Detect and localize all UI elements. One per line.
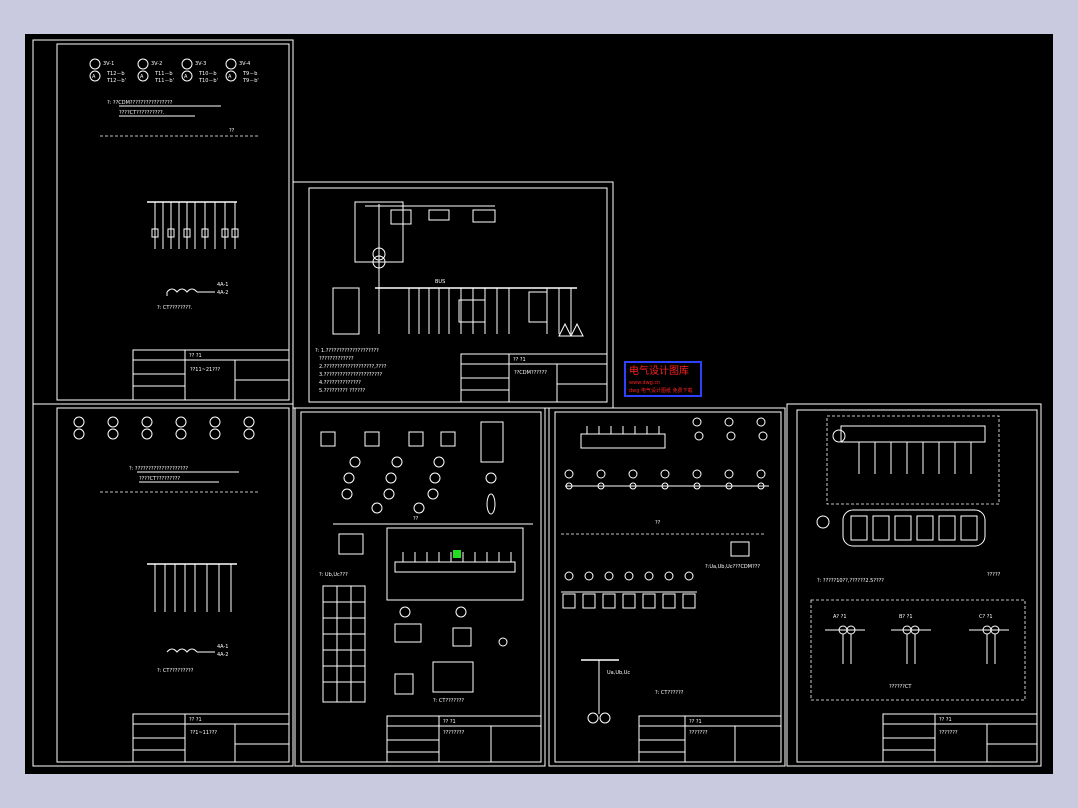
green-marker [453, 550, 461, 558]
svg-text:??1~11???: ??1~11??? [190, 730, 217, 736]
sheet-1: 3V-1 A T12－bT12－b' 3V-2 A T11－bT11－b' 3V-3 A T… [32, 39, 294, 405]
svg-text:?? ?1: ?? ?1 [689, 719, 702, 725]
sheet5-note-1: ?: ?????10??,??????2.5???? [817, 578, 884, 584]
svg-text:?? ?1: ?? ?1 [189, 353, 202, 359]
svg-text:2.???????????????????,????: 2.???????????????????,???? [319, 364, 387, 370]
sheet3-title-block: ?? ?1 ???????? [386, 715, 542, 763]
sheet1-title-block: ?? ?1 ??11~21??? [132, 349, 290, 401]
svg-text:3.??????????????????????: 3.?????????????????????? [319, 372, 383, 378]
svg-text:4A-1: 4A-1 [217, 644, 228, 650]
svg-text:?: CT??????: ?: CT?????? [655, 690, 684, 696]
watermark-stamp: 电气设计图库 www.dwg.cn dwg 电气设计图纸 免费下载 [624, 361, 702, 397]
svg-text:4.??????????????: 4.?????????????? [319, 380, 361, 386]
meter-row-2 [73, 416, 255, 440]
sheet2-note-1: ?: ???????????????????? [129, 466, 188, 472]
svg-text:??11~21???: ??11~21??? [190, 367, 221, 373]
svg-text:4A-2: 4A-2 [217, 652, 228, 658]
svg-text:A? ?1: A? ?1 [833, 614, 847, 620]
svg-text:BUS: BUS [435, 279, 445, 285]
svg-text:A: A [184, 74, 188, 80]
svg-text:???????: ??????? [689, 730, 708, 736]
sheet1-note-1: ?: ??CDM???????????????? [107, 100, 173, 106]
svg-text:T10－b': T10－b' [198, 78, 218, 84]
sheet-3: ?? ?: Ub,Uc??? ?: CT??????? ?? ?1 ??????… [294, 407, 546, 767]
svg-text:4A-2: 4A-2 [217, 290, 228, 296]
svg-text:5.????????? ??????: 5.????????? ?????? [319, 388, 366, 394]
sheet5-note-2: ????? [987, 572, 1001, 578]
main-title-block: ?? ?1 ??CDM?????? [460, 353, 608, 403]
svg-text:3V-4: 3V-4 [239, 61, 250, 67]
svg-text:T10－b: T10－b [198, 71, 217, 77]
svg-text:Ua,Ub,Uc: Ua,Ub,Uc [607, 670, 630, 676]
terminal-table [322, 585, 366, 703]
sheet5-note-3: ??????CT [889, 684, 912, 690]
svg-text:?? ?1: ?? ?1 [443, 719, 456, 725]
sheet1-note-2: ????CT??????????. [119, 110, 165, 116]
svg-text:A: A [228, 74, 232, 80]
svg-text:3V-3: 3V-3 [195, 61, 206, 67]
svg-text:T11－b': T11－b' [154, 78, 174, 84]
svg-text:?????????????: ????????????? [319, 356, 354, 362]
sheet1-ct-note: ?: CT????????. [157, 305, 193, 311]
svg-text:A: A [92, 74, 96, 80]
svg-text:?? ?1: ?? ?1 [513, 357, 526, 363]
svg-text:????????: ???????? [443, 730, 465, 736]
sheet2-ct-note: ?: CT????????? [157, 668, 194, 674]
svg-text:B? ?1: B? ?1 [899, 614, 913, 620]
svg-text:??CDM??????: ??CDM?????? [514, 370, 547, 376]
sheet1-note-3: ?? [229, 128, 235, 134]
svg-text:?: 1.????????????????????: ?: 1.???????????????????? [315, 348, 379, 354]
sheet-5: ?: ?????10??,??????2.5???? ????? A? ?1 B… [786, 403, 1042, 767]
svg-text:T11－b: T11－b [154, 71, 173, 77]
svg-text:???????: ??????? [939, 730, 958, 736]
svg-text:www.dwg.cn: www.dwg.cn [629, 380, 660, 386]
meter-row-1: 3V-1 A T12－bT12－b' 3V-2 A T11－bT11－b' 3V-3 A T… [89, 58, 259, 84]
svg-text:dwg 电气设计图纸 免费下载: dwg 电气设计图纸 免费下载 [629, 387, 693, 394]
sheet4-title-block: ?? ?1 ??????? [638, 715, 782, 763]
svg-text:?: Ub,Uc???: ?: Ub,Uc??? [319, 572, 348, 578]
svg-text:?: CT???????: ?: CT??????? [433, 698, 464, 704]
sheet-main: BUS ?: 1.???????????????????? ??????????… [292, 181, 614, 409]
drawing-svg: 3V-1 A T12－bT12－b' 3V-2 A T11－bT11－b' 3V-3 A T… [32, 39, 1042, 767]
cad-drawing-canvas[interactable]: 3V-1 A T12－b T12－b' 3V-2 A T11－b T11－b' 3V-3 A T… [25, 34, 1053, 774]
svg-text:C? ?1: C? ?1 [979, 614, 993, 620]
svg-text:T12－b': T12－b' [106, 78, 126, 84]
svg-text:电气设计图库: 电气设计图库 [629, 364, 689, 377]
meter-code: 3V-1 [103, 61, 114, 67]
svg-text:??: ?? [413, 516, 419, 522]
svg-text:T9－b': T9－b' [242, 78, 259, 84]
svg-text:T9－b: T9－b [242, 71, 257, 77]
sheet-2: ?: ???????????????????? ????CT????????? … [32, 403, 294, 767]
sheet2-title-block: ?? ?1 ??1~11??? [132, 713, 290, 763]
svg-text:??: ?? [655, 520, 661, 526]
svg-text:3V-2: 3V-2 [151, 61, 162, 67]
svg-text:?? ?1: ?? ?1 [189, 717, 202, 723]
svg-text:4A-1: 4A-1 [217, 282, 228, 288]
sheet2-note-2: ????CT????????? [139, 476, 180, 482]
svg-text:?? ?1: ?? ?1 [939, 717, 952, 723]
sheet5-title-block: ?? ?1 ??????? [882, 713, 1038, 763]
svg-text:?:Ua,Ub,Uc???CDM???: ?:Ua,Ub,Uc???CDM??? [705, 564, 760, 570]
svg-text:T12－b: T12－b [106, 71, 125, 77]
sheet-4: ?? ?:Ua,Ub,Uc???CDM??? Ua,Ub,Uc ?: CT???… [548, 407, 786, 767]
svg-text:A: A [140, 74, 144, 80]
